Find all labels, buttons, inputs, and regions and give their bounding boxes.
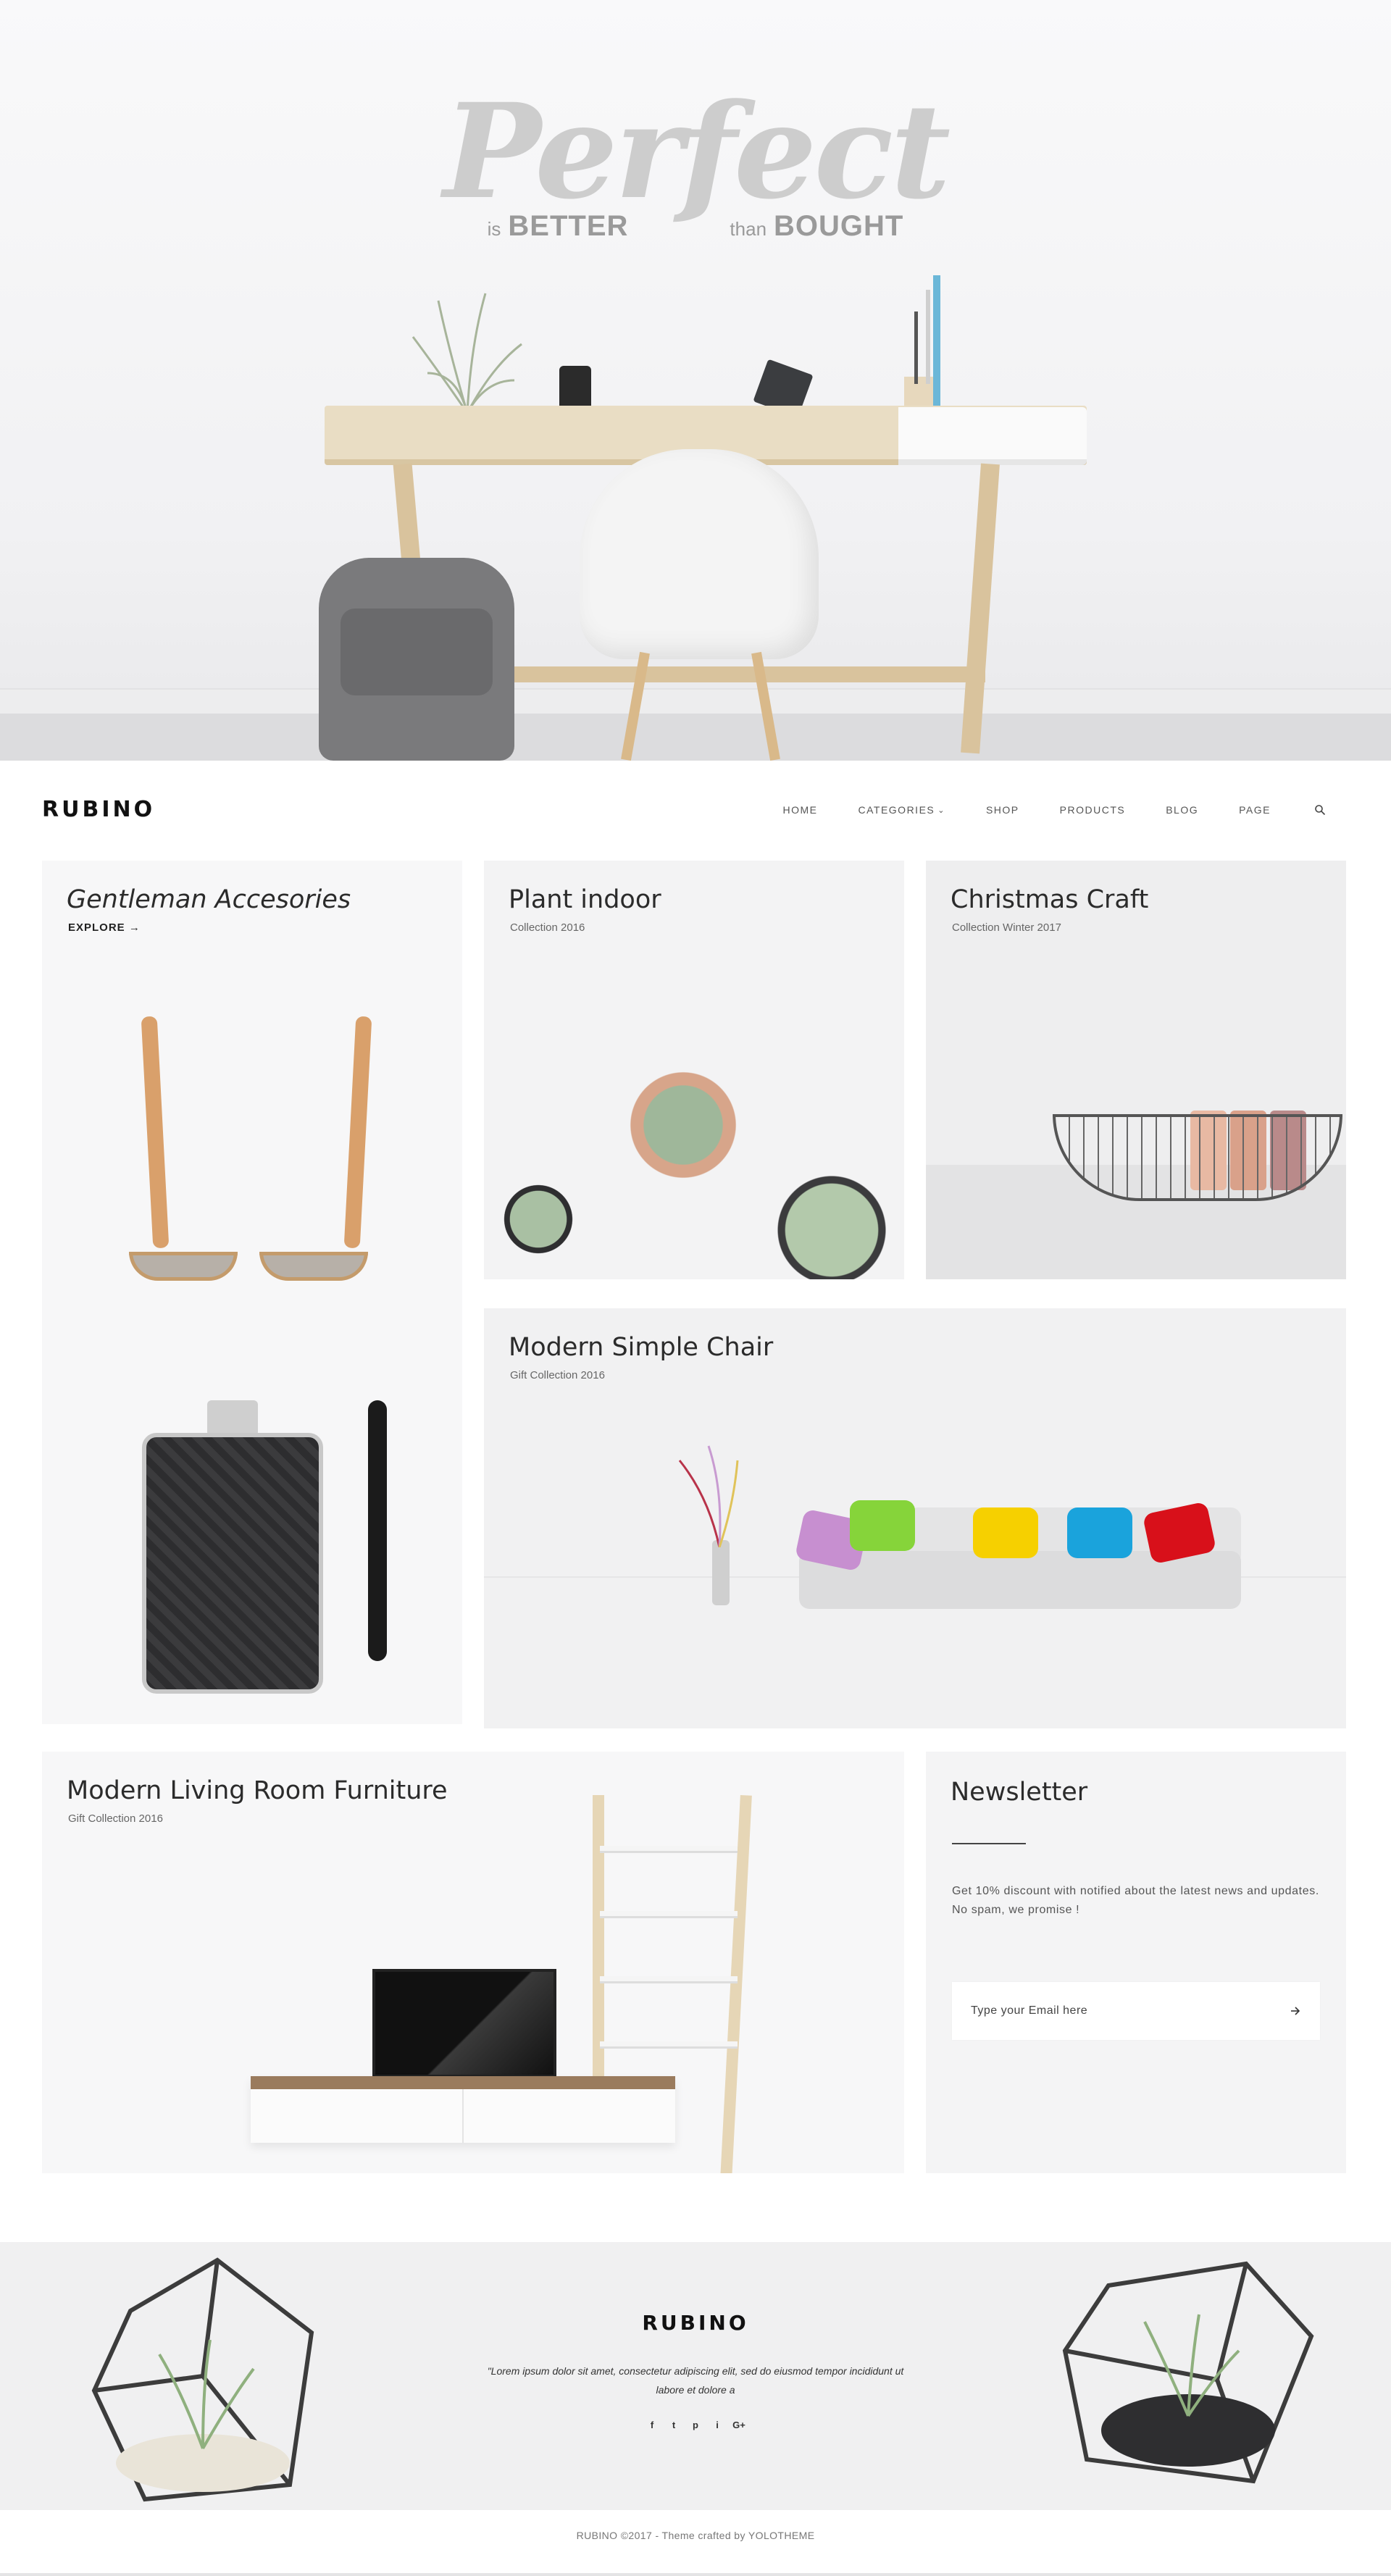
hero-backpack-image [319, 558, 514, 761]
hero-desk-white-panel [898, 407, 1087, 465]
card-title: Christmas Craft [951, 885, 1149, 914]
hero-airplant-image [412, 293, 522, 414]
hero-word-than: than [730, 218, 767, 240]
copyright: RUBINO ©2017 - Theme crafted by YOLOTHEM… [576, 2530, 815, 2541]
sunglasses-image [141, 1016, 170, 1249]
card-subtitle: Gift Collection 2016 [68, 1812, 163, 1825]
branches-image [678, 1445, 739, 1547]
card-modern-living-room[interactable]: Modern Living Room Furniture Gift Collec… [42, 1752, 904, 2173]
site-footer: RUBINO "Lorem ipsum dolor sit amet, cons… [0, 2242, 1391, 2510]
card-title: Plant indoor [509, 885, 661, 914]
site-header: RUBINO HOME CATEGORIES ⌄ SHOP PRODUCTS BL… [0, 761, 1391, 862]
tv-console-image [251, 2076, 675, 2143]
footer-description: "Lorem ipsum dolor sit amet, consectetur… [487, 2365, 904, 2396]
terrarium-image [1062, 2261, 1314, 2484]
hero-word-bought: BOUGHT [774, 210, 904, 242]
newsletter-title: Newsletter [951, 1778, 1088, 1807]
card-title: Gentleman Accesories [67, 885, 351, 914]
card-title: Modern Simple Chair [509, 1333, 774, 1362]
facebook-icon[interactable]: f [641, 2420, 663, 2430]
shelf-board [600, 1911, 738, 1918]
hero-script-text: Perfect [443, 75, 951, 228]
shelf-board [600, 1976, 738, 1983]
card-subtitle: Collection 2016 [510, 921, 585, 934]
hero-pen-holder-image [904, 275, 940, 420]
email-input[interactable] [952, 1982, 1271, 2040]
wire-basket-image [1053, 1114, 1342, 1201]
hero-subtitle: is BETTER than BOUGHT [0, 210, 1391, 243]
nav-home[interactable]: HOME [782, 804, 817, 816]
pen-image [368, 1400, 387, 1661]
vase-image [712, 1540, 730, 1605]
card-gentleman-accessories[interactable]: Gentleman Accesories EXPLORE → [42, 861, 462, 1724]
newsletter-panel: Newsletter Get 10% discount with notifie… [926, 1752, 1346, 2173]
hero-title: Perfect [0, 87, 1391, 217]
sofa-image [794, 1493, 1241, 1616]
newsletter-text-2: No spam, we promise ! [952, 1904, 1080, 1916]
sunglasses-lens [259, 1252, 368, 1281]
card-title: Modern Living Room Furniture [67, 1776, 448, 1805]
nav-products[interactable]: PRODUCTS [1060, 804, 1126, 816]
hero-banner: Perfect is BETTER than BOUGHT [0, 0, 1391, 761]
explore-label: EXPLORE [68, 921, 125, 934]
hero-baseboard [0, 688, 1391, 714]
chevron-down-icon: ⌄ [937, 806, 945, 815]
card-subtitle: Collection Winter 2017 [952, 921, 1061, 934]
hero-word-is: is [487, 218, 501, 240]
succulent-pot-image [766, 1165, 897, 1279]
bottom-bar [0, 2573, 1391, 2576]
sunglasses-lens [129, 1252, 238, 1281]
sunglasses-arm [343, 1016, 372, 1249]
site-logo[interactable]: RUBINO [42, 797, 155, 822]
card-modern-simple-chair[interactable]: Modern Simple Chair Gift Collection 2016 [484, 1308, 1346, 1728]
search-icon[interactable] [1314, 804, 1326, 816]
social-links: f t p i G+ [0, 2420, 1391, 2430]
divider [952, 1843, 1026, 1844]
nav-categories-label: CATEGORIES [858, 804, 935, 816]
arrow-right-icon[interactable] [1288, 2004, 1303, 2018]
hero-word-better: BETTER [508, 210, 629, 242]
card-subtitle: Gift Collection 2016 [510, 1369, 605, 1381]
nav-categories[interactable]: CATEGORIES ⌄ [858, 804, 945, 816]
newsletter-description: Get 10% discount with notified about the… [952, 1882, 1329, 1920]
google-plus-icon[interactable]: G+ [728, 2420, 750, 2430]
flask-image [142, 1433, 323, 1694]
tv-image [372, 1969, 556, 2078]
nav-blog[interactable]: BLOG [1166, 804, 1198, 816]
newsletter-form [952, 1982, 1320, 2040]
ladder-shelf-image [593, 1795, 604, 2114]
footer-logo[interactable]: RUBINO [0, 2311, 1391, 2335]
nav-shop[interactable]: SHOP [986, 804, 1019, 816]
card-plant-indoor[interactable]: Plant indoor Collection 2016 [484, 861, 904, 1279]
succulent-pot-image [622, 1063, 745, 1187]
pinterest-icon[interactable]: p [685, 2420, 706, 2430]
explore-link[interactable]: EXPLORE → [68, 921, 141, 934]
hero-floor [0, 714, 1391, 761]
arrow-right-icon: → [128, 921, 141, 934]
nav-page[interactable]: PAGE [1239, 804, 1271, 816]
shelf-board [600, 1846, 738, 1853]
terrarium-image [91, 2257, 314, 2502]
newsletter-text-1: Get 10% discount with notified about the… [952, 1885, 1319, 1897]
instagram-icon[interactable]: i [706, 2420, 728, 2430]
hero-chair-image [580, 449, 819, 659]
flask-cap [207, 1400, 258, 1437]
shelf-board [600, 2041, 738, 2049]
main-nav: HOME CATEGORIES ⌄ SHOP PRODUCTS BLOG PAGE [742, 804, 1326, 816]
succulent-pot-image [498, 1179, 578, 1259]
twitter-icon[interactable]: t [663, 2420, 685, 2430]
card-christmas-craft[interactable]: Christmas Craft Collection Winter 2017 [926, 861, 1346, 1279]
